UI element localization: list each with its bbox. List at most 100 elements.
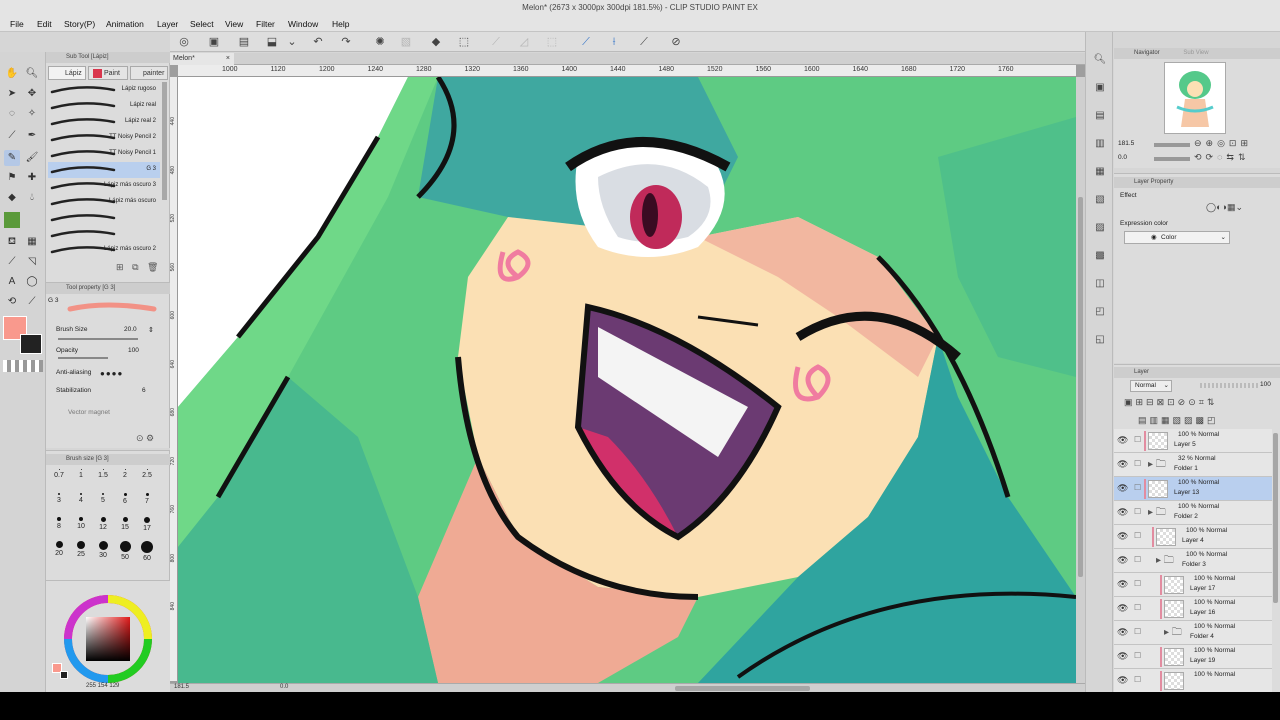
layer-row[interactable]: 👁︎ ☐ 100 % Normal Layer 5 (1114, 429, 1272, 453)
eyedropper-icon[interactable]: ⟋ (4, 128, 20, 144)
menu-view[interactable]: View (225, 16, 243, 32)
brush-size-preset[interactable]: 60 (136, 541, 158, 562)
brush-size-preset[interactable]: 50 (114, 541, 136, 561)
brush-item[interactable]: Lápiz real 2 (48, 114, 160, 130)
eye-icon[interactable]: 👁︎ (1117, 675, 1128, 686)
material-dock-icon[interactable]: ▨ (1092, 220, 1108, 236)
status-angle[interactable]: 0.0 (280, 684, 288, 690)
layer-folder-row[interactable]: 👁︎ ☐ ▸ 🗀︎ 100 % Normal Folder 2 (1114, 501, 1272, 525)
item-bank-dock-icon[interactable]: ▤ (1092, 108, 1108, 124)
layer-row[interactable]: 👁︎ ☐ 100 % Normal Layer 17 (1114, 573, 1272, 597)
menu-select[interactable]: Select (190, 16, 214, 32)
brush-size-value[interactable]: 20.0 (124, 326, 137, 333)
brush-size-preset[interactable]: 8 (48, 517, 70, 530)
eye-icon[interactable]: 👁︎ (1117, 555, 1128, 566)
brush-size-preset[interactable]: 17 (136, 517, 158, 532)
eye-icon[interactable]: 👁︎ (1117, 627, 1128, 638)
blend-icon[interactable]: 💧︎ (24, 190, 40, 206)
subview-tab[interactable]: Sub View (1183, 50, 1208, 56)
expression-color-select[interactable]: ◉ Color ⌄ (1124, 231, 1230, 244)
lock-icon[interactable]: ☐ (1134, 579, 1141, 588)
brush-size-preset[interactable]: 3 (48, 493, 70, 504)
material2-dock-icon[interactable]: ▩ (1092, 248, 1108, 264)
layer-toolbar-row1[interactable]: ▣⊞⊟⊠⊡⊘⊙⌗⇅ (1124, 397, 1217, 408)
navigator-tab[interactable]: Navigator (1134, 50, 1160, 56)
effect-buttons[interactable]: ◯◐◑▦⌄ (1206, 202, 1243, 213)
brush-item[interactable]: Lápiz más oscuro (48, 194, 160, 210)
stabilization-value[interactable]: 6 (142, 387, 146, 394)
lock-icon[interactable]: ☐ (1134, 627, 1141, 636)
clear-icon[interactable]: ▧ (398, 35, 414, 49)
bucket-icon[interactable]: ⛾ (4, 234, 20, 250)
move-layer-icon[interactable]: ✥ (24, 86, 40, 102)
lock-icon[interactable]: ☐ (1134, 507, 1141, 516)
layer-folder-row[interactable]: 👁︎ ☐ ▸ 🗀︎ 100 % Normal Folder 3 (1114, 549, 1272, 573)
open-file-icon[interactable]: ▤ (236, 35, 252, 49)
layer-row[interactable]: 👁︎ ☐ 100 % Normal (1114, 669, 1272, 692)
navigator-zoom-slider[interactable] (1154, 143, 1190, 147)
magic-wand-icon[interactable]: ✧ (24, 106, 40, 122)
navigator-preview[interactable] (1164, 62, 1226, 134)
brush-icon[interactable]: 🖌︎ (24, 150, 40, 166)
transparent-color-swatch[interactable] (3, 360, 43, 372)
history-dock-icon[interactable]: ▧ (1092, 192, 1108, 208)
layer-toolbar-row2[interactable]: ▤▥▦▧▨▩◰ (1138, 415, 1219, 426)
snap-ruler-icon[interactable]: ⟋ (578, 35, 594, 49)
move-icon[interactable]: ➤ (4, 86, 20, 102)
brush-size-preset[interactable]: 5 (92, 493, 114, 504)
eye-icon[interactable]: 👁︎ (1117, 531, 1128, 542)
info-dock-icon[interactable]: ◱ (1092, 332, 1108, 348)
sub-color-mini[interactable] (60, 671, 68, 679)
eye-icon[interactable]: 👁︎ (1117, 507, 1128, 518)
lock-icon[interactable]: ☐ (1134, 459, 1141, 468)
vector-magnet-row[interactable]: Vector magnet (68, 409, 178, 416)
brush-size-preset[interactable]: 2 (114, 469, 136, 479)
frame-tool-icon[interactable]: ◹ (24, 254, 40, 270)
eye-icon[interactable]: 👁︎ (1117, 651, 1128, 662)
navigator-zoom-buttons[interactable]: ⊖⊕◎⊡⊞ (1194, 138, 1252, 149)
layer-search-dock-icon[interactable]: ▥ (1092, 136, 1108, 152)
lasso-icon[interactable]: ◌ (4, 106, 20, 122)
opacity-value[interactable]: 100 (128, 347, 139, 354)
eye-icon[interactable]: 👁︎ (1117, 459, 1128, 470)
brush-size-preset[interactable]: 12 (92, 517, 114, 531)
navigator-rotate-buttons[interactable]: ⟲⟳◌⇆⇅ (1194, 152, 1250, 163)
navigator-dock-icon[interactable]: 🔍︎ (1092, 52, 1108, 68)
canvas-horizontal-scrollbar[interactable]: 181.5 0.0 (170, 683, 1085, 692)
delete-subtool-icon[interactable]: 🗑︎ (147, 262, 158, 272)
brush-item[interactable]: TT Noisy Pencil 2 (48, 130, 160, 146)
help-icon[interactable]: ⊘ (668, 35, 684, 49)
menu-filter[interactable]: Filter (256, 16, 275, 32)
vertical-scroll-thumb[interactable] (1078, 197, 1083, 577)
lock-icon[interactable]: ☐ (1134, 435, 1141, 444)
quick-access-dock-icon[interactable]: ◫ (1092, 276, 1108, 292)
lock-icon[interactable]: ☐ (1134, 531, 1141, 540)
navigator-zoom-value[interactable]: 181.5 (1118, 140, 1134, 147)
redo-icon[interactable]: ↷ (338, 35, 354, 49)
eraser-icon[interactable]: ◆ (4, 190, 20, 206)
layer-row[interactable]: 👁︎ ☐ 100 % Normal Layer 19 (1114, 645, 1272, 669)
brush-item[interactable] (48, 226, 160, 242)
close-tab-icon[interactable]: × (226, 53, 230, 65)
antialias-options-icon[interactable]: ●●●● (100, 369, 123, 378)
transform-icon[interactable]: ⬚ (456, 35, 472, 49)
new-file-icon[interactable]: ▣ (206, 35, 222, 49)
brush-size-stepper-icon[interactable]: ⇕ (148, 326, 154, 334)
correct-line-icon[interactable]: ⟋ (24, 294, 40, 310)
brush-item[interactable]: TT Noisy Pencil 1 (48, 146, 160, 162)
menu-layer[interactable]: Layer (157, 16, 178, 32)
brush-size-preset[interactable]: 7 (136, 493, 158, 505)
ruler2-icon[interactable]: ◿ (516, 35, 532, 49)
save-dropdown-icon[interactable]: ⌄ (284, 35, 300, 49)
menu-help[interactable]: Help (332, 16, 349, 32)
undo-icon[interactable]: ↶ (310, 35, 326, 49)
layer-row[interactable]: 👁︎ ☐ 100 % Normal Layer 16 (1114, 597, 1272, 621)
tab-lapiz[interactable]: Lápiz (48, 66, 86, 80)
frame-icon[interactable]: ⬚ (544, 35, 560, 49)
brush-item[interactable]: Lápiz rugoso (48, 82, 160, 98)
animation-dock-icon[interactable]: ▦ (1092, 164, 1108, 180)
gradient-icon[interactable]: ▦ (24, 234, 40, 250)
lock-icon[interactable]: ☐ (1134, 483, 1141, 492)
layer-folder-row[interactable]: 👁︎ ☐ ▸ 🗀︎ 100 % Normal Folder 4 (1114, 621, 1272, 645)
ruler-icon[interactable]: ⟋ (488, 35, 504, 49)
